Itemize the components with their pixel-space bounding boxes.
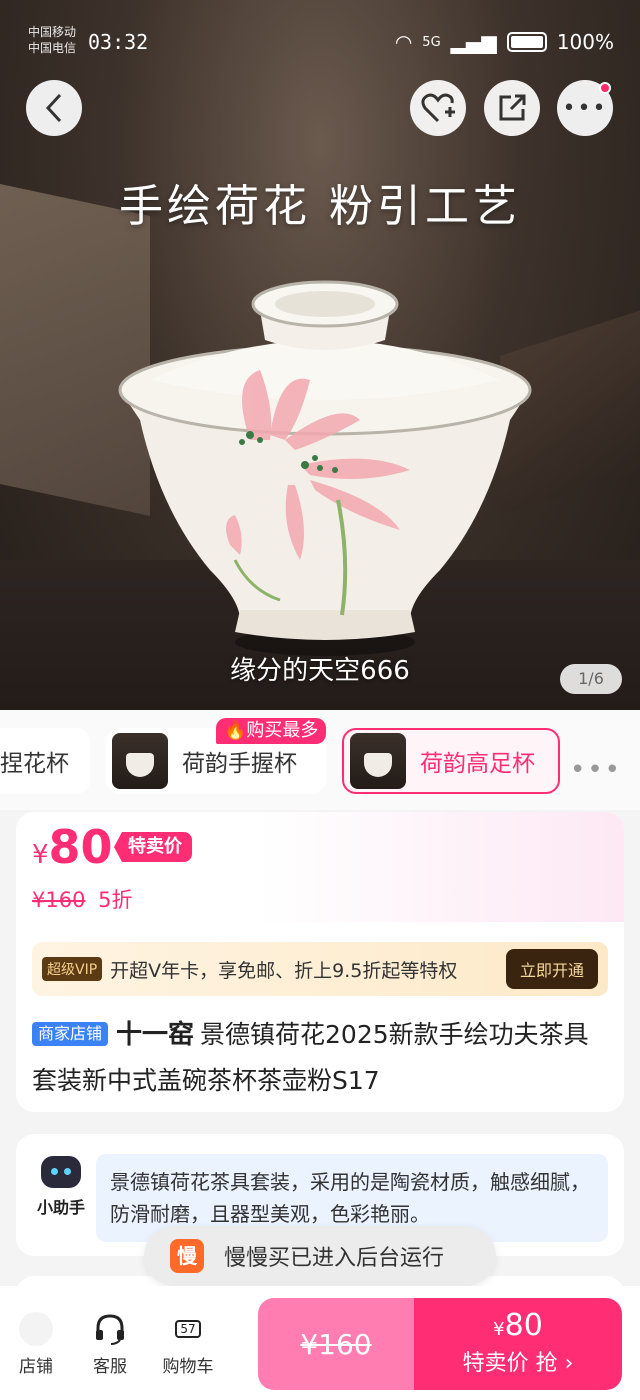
price-area: ¥ 80 特卖价 ¥160 5折 <box>16 812 624 922</box>
nav-shop-label: 店铺 <box>19 1357 53 1377</box>
vip-tag: 超级VIP <box>42 957 103 981</box>
headset-icon <box>96 1314 124 1345</box>
buy-label-text: 特卖价 抢 <box>462 1351 558 1376</box>
vip-banner[interactable]: 超级VIP 开超V年卡，享免邮、折上9.5折起等特权 立即开通 <box>32 942 608 996</box>
buy-label: 特卖价 抢 › <box>414 1345 622 1377</box>
network-label: 5G <box>422 34 441 50</box>
status-bar: 中国移动 中国电信 03:32 ◠ 5G ▂▄▆ 100% <box>0 0 640 70</box>
carrier-2: 中国电信 <box>28 41 77 55</box>
shop-type-tag: 商家店铺 <box>32 1022 109 1046</box>
buy-price: ¥80 <box>414 1308 622 1343</box>
variant-label: 捏花杯 <box>0 751 69 777</box>
status-time: 03:32 <box>88 30 149 54</box>
sale-badge: 特卖价 <box>114 832 192 862</box>
toast-text: 慢慢买已进入后台运行 <box>224 1246 445 1271</box>
variant-item[interactable]: 捏花杯 <box>0 728 90 794</box>
buy-now-button[interactable]: ¥80 特卖价 抢 › <box>414 1298 622 1390</box>
wifi-icon: ◠ <box>394 30 413 54</box>
cart-icon: 57 <box>175 1320 201 1338</box>
toast-notification: 慢 慢慢买已进入后台运行 <box>144 1226 496 1286</box>
buy-price-value: 80 <box>504 1308 543 1343</box>
image-pager: 1/6 <box>560 664 622 694</box>
back-button[interactable] <box>26 80 82 136</box>
hero-title: 手绘荷花 粉引工艺 <box>119 181 521 232</box>
price-value: 80 <box>48 820 113 874</box>
assistant-name: 小助手 <box>36 1198 85 1217</box>
button-old-price: ¥160 <box>300 1327 372 1361</box>
carrier-label: 中国移动 中国电信 <box>28 24 76 56</box>
more-variants-icon[interactable]: ••• <box>570 755 622 785</box>
signal-icon: ▂▄▆ <box>450 30 497 54</box>
notification-dot <box>599 82 611 94</box>
price-card: ¥ 80 特卖价 ¥160 5折 超级VIP 开超V年卡，享免邮、折上9.5折起… <box>16 812 624 1112</box>
variant-thumbnail <box>112 733 168 789</box>
current-price: ¥ 80 <box>32 820 113 874</box>
heart-plus-icon <box>421 93 455 123</box>
chevron-left-icon <box>45 93 62 123</box>
original-price-button[interactable]: ¥160 <box>258 1298 414 1390</box>
variant-item-selected[interactable]: 荷韵高足杯 <box>342 728 560 794</box>
bottom-action-bar: 店铺 客服 57 购物车 ¥160 ¥80 特卖价 抢 › <box>0 1286 640 1400</box>
brand-name: 十一窑 <box>116 1020 195 1050</box>
vip-text: 开超V年卡，享免邮、折上9.5折起等特权 <box>110 959 458 982</box>
original-price-row: ¥160 5折 <box>32 884 133 914</box>
buy-currency: ¥ <box>493 1319 505 1340</box>
currency-symbol: ¥ <box>32 840 49 870</box>
carrier-1: 中国移动 <box>28 25 77 39</box>
vip-open-button[interactable]: 立即开通 <box>505 949 598 989</box>
nav-cart-label: 购物车 <box>162 1357 214 1377</box>
nav-service-label: 客服 <box>93 1357 127 1377</box>
product-title: 商家店铺 十一窑 景德镇荷花2025新款手绘功夫茶具套装新中式盖碗茶杯茶壶粉S17 <box>32 1012 608 1104</box>
image-watermark: 缘分的天空666 <box>230 656 410 686</box>
battery-icon <box>506 32 547 52</box>
more-menu-button[interactable]: ••• <box>557 80 613 136</box>
share-button[interactable] <box>484 80 540 136</box>
more-dots-icon: ••• <box>562 95 608 121</box>
chevron-right-icon: › <box>557 1351 574 1376</box>
status-right: ◠ 5G ▂▄▆ 100% <box>395 30 614 54</box>
variant-label: 荷韵高足杯 <box>420 751 535 777</box>
original-price: ¥160 <box>32 888 86 912</box>
hot-tag: 🔥购买最多 <box>216 718 327 744</box>
nav-shop[interactable]: 店铺 <box>6 1312 66 1377</box>
robot-icon <box>41 1156 81 1188</box>
app-icon: 慢 <box>170 1239 204 1273</box>
battery-percent: 100% <box>556 30 614 54</box>
shop-avatar-icon <box>19 1312 53 1346</box>
variant-thumbnail <box>350 733 406 789</box>
nav-cart[interactable]: 57 购物车 <box>158 1312 218 1377</box>
variant-label: 荷韵手握杯 <box>182 751 297 777</box>
nav-service[interactable]: 客服 <box>80 1312 140 1377</box>
assistant-avatar: 小助手 <box>32 1156 90 1218</box>
product-image-carousel[interactable]: 手绘荷花 粉引工艺 缘分的天空666 1/6 <box>0 0 640 710</box>
gaiwan-cup-image <box>118 280 532 656</box>
variant-selector: 捏花杯 🔥购买最多 荷韵手握杯 荷韵高足杯 ••• <box>0 710 640 810</box>
discount-label: 5折 <box>98 888 133 912</box>
favorite-button[interactable] <box>410 80 466 136</box>
share-icon <box>499 94 526 121</box>
